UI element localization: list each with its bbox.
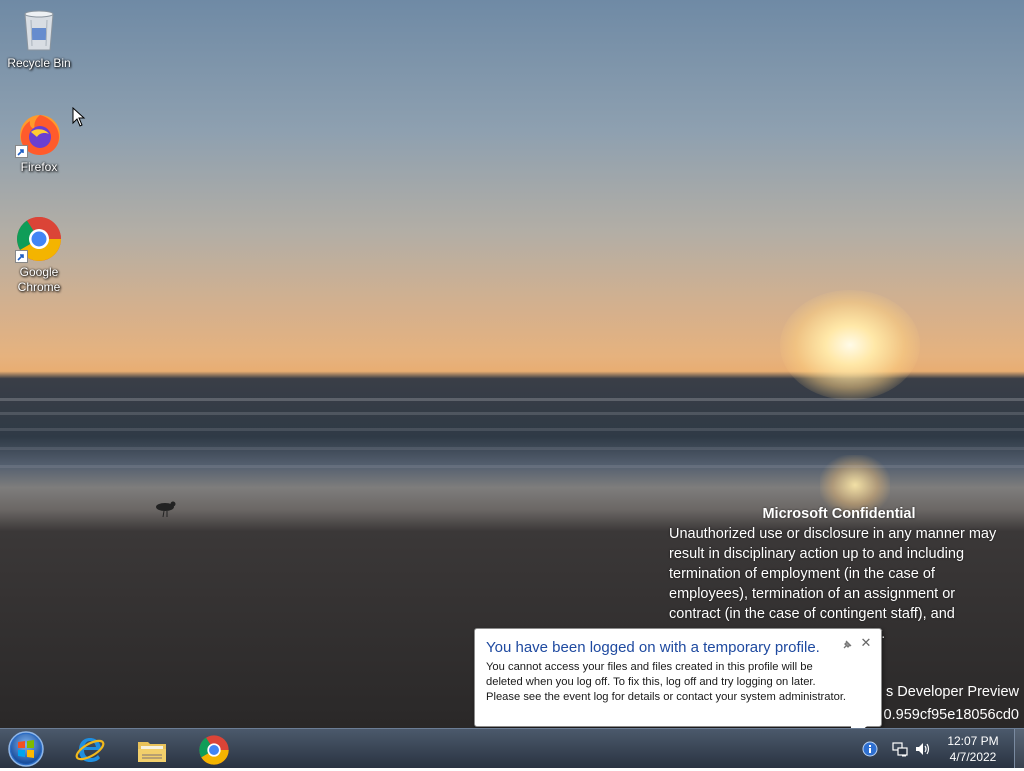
taskbar: 12:07 PM 4/7/2022 xyxy=(0,728,1024,768)
notification-body-line: deleted when you log off. To fix this, l… xyxy=(486,676,816,688)
desktop-icon-firefox[interactable]: Firefox xyxy=(1,110,77,175)
close-icon[interactable]: ✕ xyxy=(859,637,873,651)
chrome-icon xyxy=(15,215,63,263)
shortcut-arrow-icon xyxy=(15,250,28,263)
desktop-icon-recycle-bin[interactable]: Recycle Bin xyxy=(1,6,77,71)
desktop: Recycle Bin Firefox Google Chrome Micros… xyxy=(0,0,1024,728)
watermark-line: termination of employment (in the case o… xyxy=(669,566,935,582)
windows-logo-icon xyxy=(8,731,44,767)
notification-title: You have been logged on with a temporary… xyxy=(486,639,820,656)
desktop-icon-label: Firefox xyxy=(20,160,58,174)
firefox-icon xyxy=(15,110,63,158)
volume-icon[interactable] xyxy=(915,741,931,757)
desktop-icon-label: Recycle Bin xyxy=(7,56,71,70)
confidential-watermark: Microsoft Confidential Unauthorized use … xyxy=(669,504,1009,644)
folder-icon xyxy=(138,742,166,762)
recycle-bin-icon xyxy=(15,6,63,54)
clock-time: 12:07 PM xyxy=(947,734,999,748)
clock-date: 4/7/2022 xyxy=(949,750,997,764)
desktop-icon-label: Google Chrome xyxy=(17,265,61,294)
seagull xyxy=(156,501,176,518)
notification-body-line: Please see the event log for details or … xyxy=(486,691,847,703)
taskbar-explorer-button[interactable] xyxy=(124,731,178,767)
watermark-title: Microsoft Confidential xyxy=(762,506,916,522)
notification-body: You cannot access your files and files c… xyxy=(486,660,876,705)
show-desktop-button[interactable] xyxy=(1014,729,1024,768)
build-info-line: 0.959cf95e18056cd0 xyxy=(883,707,1019,723)
wave-line xyxy=(0,412,1024,415)
start-button[interactable] xyxy=(6,730,46,767)
build-info-line: s Developer Preview xyxy=(886,684,1019,700)
watermark-line: Unauthorized use or disclosure in any ma… xyxy=(669,526,997,542)
taskbar-clock[interactable]: 12:07 PM 4/7/2022 xyxy=(938,733,1008,765)
watermark-line: employees), termination of an assignment… xyxy=(669,586,956,602)
watermark-line: contract (in the case of contingent staf… xyxy=(669,606,955,622)
wave-line xyxy=(0,428,1024,431)
chrome-icon xyxy=(199,735,229,765)
taskbar-chrome-button[interactable] xyxy=(186,731,240,767)
internet-explorer-icon xyxy=(75,738,105,762)
network-icon[interactable] xyxy=(892,741,908,757)
mouse-cursor-icon xyxy=(72,107,86,127)
shortcut-arrow-icon xyxy=(15,145,28,158)
taskbar-internet-explorer-button[interactable] xyxy=(62,731,116,767)
wave-line xyxy=(0,447,1024,450)
notification-body-line: You cannot access your files and files c… xyxy=(486,661,813,673)
wave-line xyxy=(0,398,1024,401)
wave-line xyxy=(0,465,1024,468)
sun xyxy=(780,290,920,400)
desktop-icon-chrome[interactable]: Google Chrome xyxy=(1,215,77,295)
notification-balloon[interactable]: You have been logged on with a temporary… xyxy=(474,628,882,728)
action-center-icon[interactable] xyxy=(862,741,878,757)
pin-icon[interactable] xyxy=(841,639,853,651)
watermark-line: result in disciplinary action up to and … xyxy=(669,546,965,562)
